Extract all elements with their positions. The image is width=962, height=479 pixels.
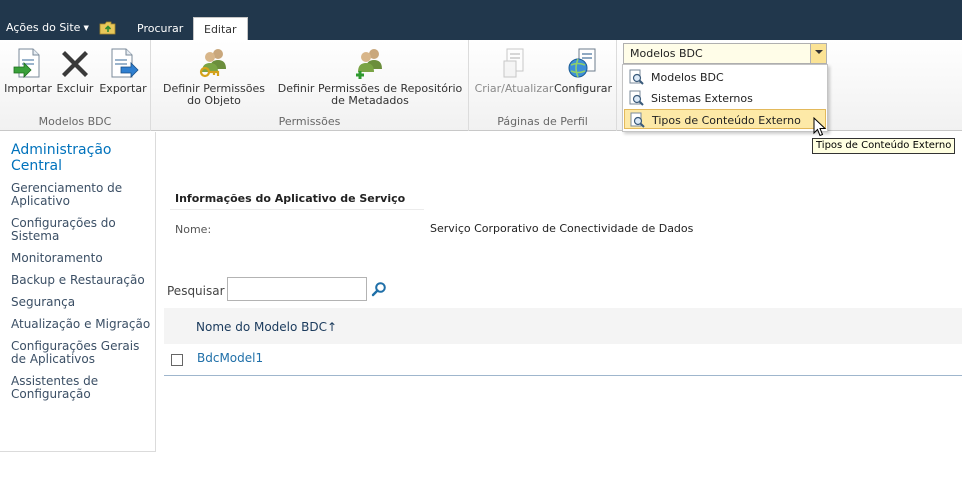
nav-item-configuration-wizards[interactable]: Assistentes de Configuração [11, 375, 151, 401]
view-dropdown-menu: Modelos BDC Sistemas Externos Tipos de C… [622, 64, 828, 132]
name-label: Nome: [175, 223, 212, 236]
tab-browse[interactable]: Procurar [127, 17, 193, 40]
set-object-permissions-button[interactable]: Definir Permissões do Objeto [157, 47, 271, 107]
configure-globe-icon [568, 48, 596, 78]
nav-item-system-settings[interactable]: Configurações do Sistema [11, 217, 151, 243]
users-key-icon [199, 49, 226, 78]
menu-item-external-content-types[interactable]: Tipos de Conteúdo Externo [624, 109, 826, 129]
row-checkbox[interactable] [171, 354, 183, 366]
site-actions-label: Ações do Site [6, 21, 81, 34]
export-button[interactable]: Exportar [98, 47, 148, 95]
configure-label: Configurar [553, 82, 613, 95]
view-dropdown-value: Modelos BDC [630, 47, 703, 60]
delete-button[interactable]: Excluir [54, 47, 96, 95]
list-header: Nome do Modelo BDC↑ [164, 308, 962, 344]
create-update-icon [503, 48, 524, 78]
nav-item-application-management[interactable]: Gerenciamento de Aplicativo [11, 182, 151, 208]
group-label-permissions: Permissões [278, 115, 341, 128]
export-label: Exportar [99, 82, 147, 95]
tab-edit[interactable]: Editar [193, 17, 248, 40]
nav-item-security[interactable]: Segurança [11, 296, 151, 309]
nav-item-general-app-settings[interactable]: Configurações Gerais de Aplicativos [11, 340, 151, 366]
menu-item-label: Tipos de Conteúdo Externo [652, 114, 801, 127]
create-update-label: Criar/Atualizar [474, 82, 554, 95]
search-label: Pesquisar [167, 284, 225, 298]
menu-item-bdc-models[interactable]: Modelos BDC [624, 67, 826, 87]
ribbon-group-permissions: Definir Permissões do Objeto Definir Per… [151, 40, 469, 131]
search-input[interactable] [227, 277, 367, 301]
search-icon[interactable] [371, 281, 387, 297]
nav-item-upgrade-migration[interactable]: Atualização e Migração [11, 318, 151, 331]
view-dropdown[interactable]: Modelos BDC [623, 43, 827, 64]
column-header-bdc-model-name[interactable]: Nome do Modelo BDC↑ [196, 320, 337, 334]
menu-item-external-systems[interactable]: Sistemas Externos [624, 88, 826, 108]
tooltip: Tipos de Conteúdo Externo [812, 138, 956, 154]
group-label-bdc-models: Modelos BDC [38, 115, 112, 128]
import-label: Importar [4, 82, 52, 95]
sort-ascending-icon: ↑ [327, 320, 338, 334]
group-label-profile-pages: Páginas de Perfil [497, 115, 588, 128]
users-add-icon [356, 49, 382, 79]
nav-item-backup-restore[interactable]: Backup e Restauração [11, 274, 151, 287]
chevron-down-icon: ▼ [83, 24, 89, 32]
table-row: BdcModel1 [164, 344, 962, 376]
magnifier-doc-icon [629, 90, 644, 106]
magnifier-doc-icon [630, 112, 645, 128]
set-object-permissions-label: Definir Permissões do Objeto [162, 82, 265, 107]
dropdown-arrow-icon[interactable] [810, 44, 826, 63]
nav-title-central-admin[interactable]: Administração Central [11, 142, 151, 174]
section-title: Informações do Aplicativo de Serviço [175, 192, 406, 205]
navigate-up-folder-icon[interactable] [99, 21, 117, 35]
name-value: Serviço Corporativo de Conectividade de … [430, 222, 694, 235]
delete-x-icon [62, 51, 88, 77]
ribbon-group-profile-pages: Criar/Atualizar Configurar Páginas de Pe… [469, 40, 617, 131]
nav-item-monitoring[interactable]: Monitoramento [11, 252, 151, 265]
bdc-model-link[interactable]: BdcModel1 [197, 351, 263, 365]
import-button[interactable]: Importar [4, 47, 52, 95]
import-icon [13, 48, 40, 78]
set-metadata-store-permissions-label: Definir Permissões de Repositório de Met… [277, 82, 463, 107]
menu-item-label: Sistemas Externos [651, 92, 753, 105]
ribbon-group-bdc-models: Importar Excluir Exportar Modelos BDC [0, 40, 151, 131]
left-navigation: Administração Central Gerenciamento de A… [0, 132, 156, 452]
configure-button[interactable]: Configurar [553, 47, 613, 95]
create-update-button[interactable]: Criar/Atualizar [474, 47, 554, 95]
set-metadata-store-permissions-button[interactable]: Definir Permissões de Repositório de Met… [273, 47, 467, 107]
menu-item-label: Modelos BDC [651, 71, 724, 84]
section-divider [170, 209, 424, 210]
magnifier-doc-icon [629, 69, 644, 85]
site-actions-menu[interactable]: Ações do Site ▼ [6, 21, 89, 34]
mouse-pointer-icon [813, 117, 827, 137]
column-header-label: Nome do Modelo BDC [196, 320, 328, 334]
delete-label: Excluir [56, 82, 94, 95]
export-icon [111, 48, 139, 78]
top-bar: Ações do Site ▼ Procurar Editar [0, 0, 962, 40]
